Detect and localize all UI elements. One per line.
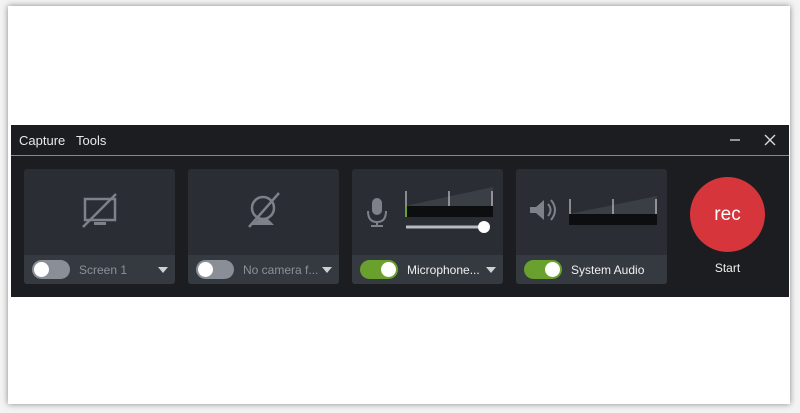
- screen-label: Screen 1: [79, 263, 128, 277]
- title-bar: Capture Tools: [11, 125, 789, 156]
- toggle-knob: [34, 262, 49, 277]
- camera-disabled-icon: [248, 192, 280, 228]
- microphone-icon: [367, 198, 387, 227]
- system-audio-toggle[interactable]: [524, 260, 562, 279]
- toggle-knob: [545, 262, 560, 277]
- screen-panel: Screen 1: [24, 169, 175, 284]
- camera-panel: No camera f...: [188, 169, 339, 284]
- microphone-label: Microphone...: [407, 263, 480, 277]
- screen-disabled-icon: [82, 193, 117, 228]
- system-audio-panel: System Audio: [516, 169, 667, 284]
- microphone-level-bar: [405, 206, 493, 217]
- system-audio-meter: [530, 196, 657, 225]
- camera-dropdown[interactable]: [320, 264, 334, 276]
- speaker-icon: [530, 199, 556, 221]
- menu-capture[interactable]: Capture: [19, 133, 65, 148]
- microphone-controls: Microphone...: [352, 255, 503, 284]
- camera-controls: No camera f...: [188, 255, 339, 284]
- close-icon: [764, 134, 776, 146]
- recorder-window: Capture Tools Screen 1 No camera f... Mi…: [11, 125, 789, 297]
- minimize-button[interactable]: [722, 129, 748, 151]
- record-button[interactable]: rec: [690, 177, 765, 252]
- microphone-panel: Microphone...: [352, 169, 503, 284]
- screen-toggle[interactable]: [32, 260, 70, 279]
- system-audio-label: System Audio: [571, 263, 645, 277]
- start-label: Start: [714, 261, 741, 275]
- microphone-toggle[interactable]: [360, 260, 398, 279]
- chevron-down-icon: [486, 267, 496, 273]
- camera-preview[interactable]: [188, 169, 339, 255]
- microphone-dropdown[interactable]: [484, 264, 498, 276]
- microphone-meter: [367, 187, 493, 233]
- system-audio-level-bar: [569, 214, 657, 225]
- toggle-knob: [381, 262, 396, 277]
- chevron-down-icon: [322, 267, 332, 273]
- microphone-volume-handle[interactable]: [478, 221, 490, 233]
- toggle-knob: [198, 262, 213, 277]
- system-audio-controls: System Audio: [516, 255, 667, 284]
- camera-label: No camera f...: [243, 263, 319, 277]
- system-audio-area: [516, 169, 667, 255]
- chevron-down-icon: [158, 267, 168, 273]
- camera-toggle[interactable]: [196, 260, 234, 279]
- microphone-area: [352, 169, 503, 255]
- close-button[interactable]: [757, 129, 783, 151]
- menu-tools[interactable]: Tools: [76, 133, 106, 148]
- screen-dropdown[interactable]: [156, 264, 170, 276]
- screen-controls: Screen 1: [24, 255, 175, 284]
- screen-preview[interactable]: [24, 169, 175, 255]
- microphone-level-fill: [405, 206, 407, 217]
- minimize-icon: [730, 139, 740, 141]
